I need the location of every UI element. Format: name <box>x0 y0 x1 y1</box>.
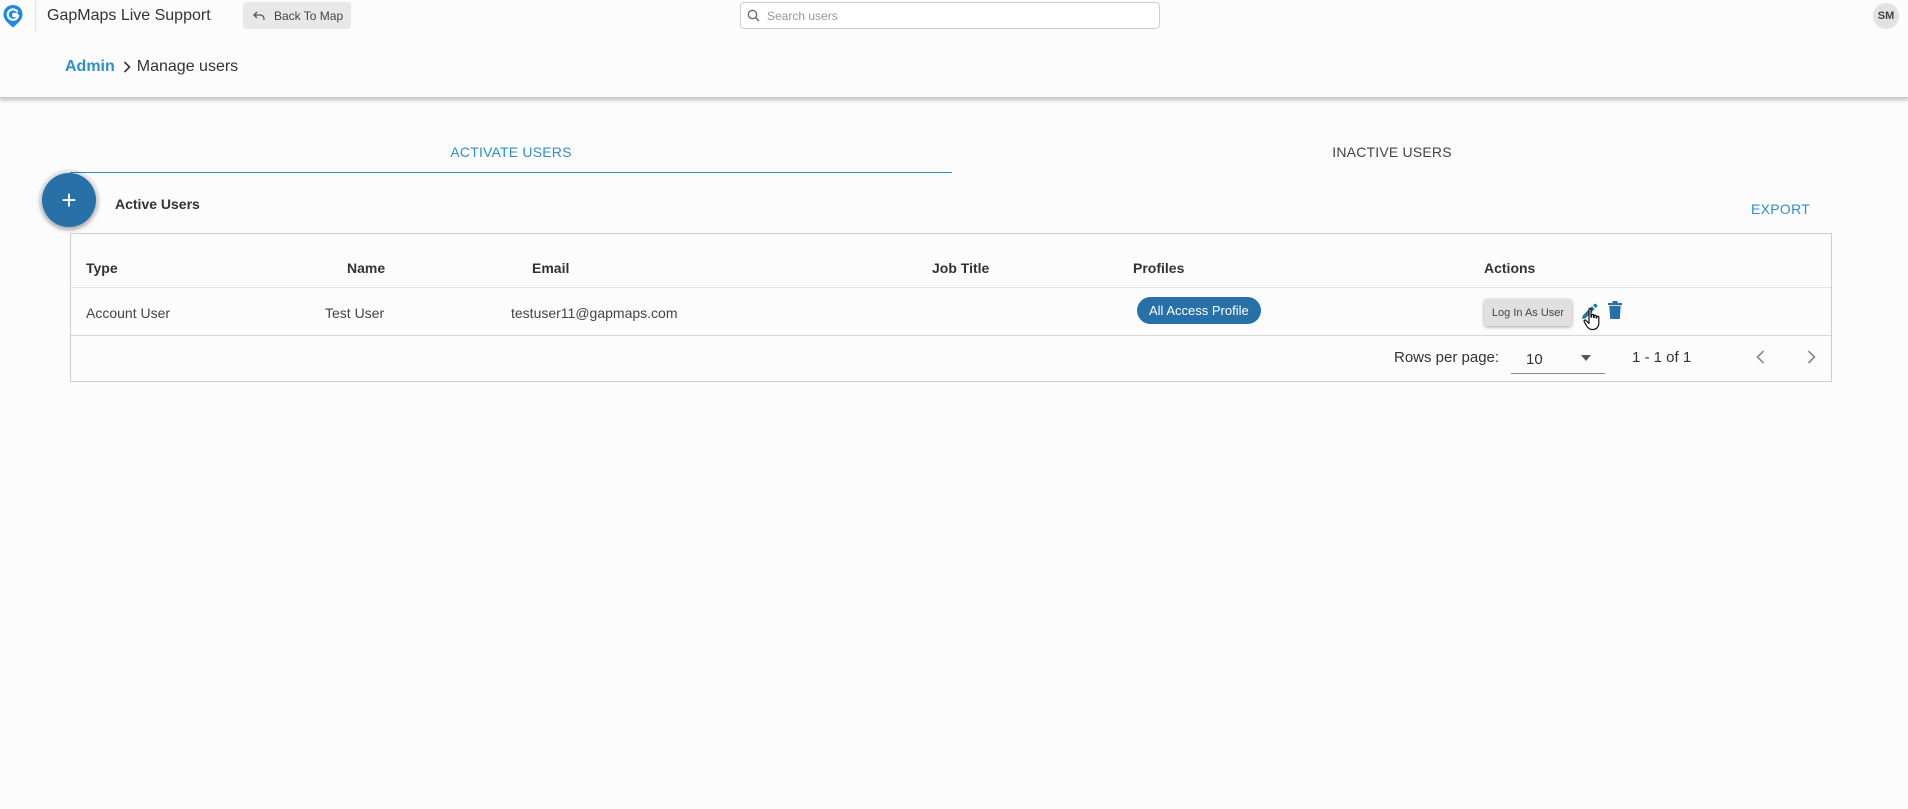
chevron-left-icon[interactable] <box>1751 347 1771 367</box>
pagination-range: 1 - 1 of 1 <box>1632 349 1692 366</box>
chevron-right-icon[interactable] <box>1801 347 1821 367</box>
column-header-actions: Actions <box>1484 260 1536 276</box>
rows-per-page-value: 10 <box>1526 351 1543 368</box>
breadcrumb-current: Manage users <box>136 58 239 75</box>
column-header-job-title[interactable]: Job Title <box>932 260 989 276</box>
cell-name: Test User <box>325 305 385 321</box>
section-title: Active Users <box>115 196 200 212</box>
logo-divider <box>35 0 36 32</box>
column-header-email[interactable]: Email <box>532 260 569 276</box>
profile-badge[interactable]: All Access Profile <box>1137 297 1261 324</box>
undo-arrow-icon <box>253 11 265 20</box>
gapmaps-logo-icon[interactable] <box>2 4 24 28</box>
add-user-button[interactable]: + <box>42 173 96 227</box>
trash-icon[interactable] <box>1606 300 1624 320</box>
rows-per-page-label: Rows per page: <box>1394 349 1500 366</box>
users-table: Type Name Email Job Title Profiles Actio… <box>70 233 1832 382</box>
rows-per-page-select[interactable]: 10 <box>1511 343 1605 374</box>
cell-email: testuser11@gapmaps.com <box>511 305 678 321</box>
search-users-input[interactable] <box>765 7 1145 24</box>
export-button[interactable]: EXPORT <box>1751 201 1810 217</box>
table-row[interactable]: Account User Test User testuser11@gapmap… <box>71 288 1831 336</box>
back-to-map-label: Back To Map <box>274 8 344 23</box>
search-box[interactable] <box>740 2 1160 29</box>
tab-activate-users[interactable]: ACTIVATE USERS <box>70 130 952 173</box>
log-in-as-user-button[interactable]: Log In As User <box>1484 299 1572 326</box>
user-avatar[interactable]: SM <box>1873 3 1899 29</box>
back-to-map-button[interactable]: Back To Map <box>243 2 351 29</box>
app-title: GapMaps Live Support <box>47 7 211 24</box>
caret-down-icon <box>1581 355 1591 361</box>
column-header-type[interactable]: Type <box>86 260 118 276</box>
hand-cursor-icon <box>1583 307 1600 331</box>
column-header-profiles[interactable]: Profiles <box>1133 260 1184 276</box>
page-header: Admin Manage users <box>0 32 1908 98</box>
breadcrumb: Admin Manage users <box>65 58 238 76</box>
breadcrumb-admin-link[interactable]: Admin <box>65 58 115 76</box>
tab-inactive-users[interactable]: INACTIVE USERS <box>952 130 1832 173</box>
chevron-right-icon <box>123 61 131 73</box>
top-bar: GapMaps Live Support Back To Map SM <box>0 0 1908 32</box>
search-icon <box>747 9 760 22</box>
cell-type: Account User <box>86 305 171 321</box>
column-header-name[interactable]: Name <box>347 260 385 276</box>
